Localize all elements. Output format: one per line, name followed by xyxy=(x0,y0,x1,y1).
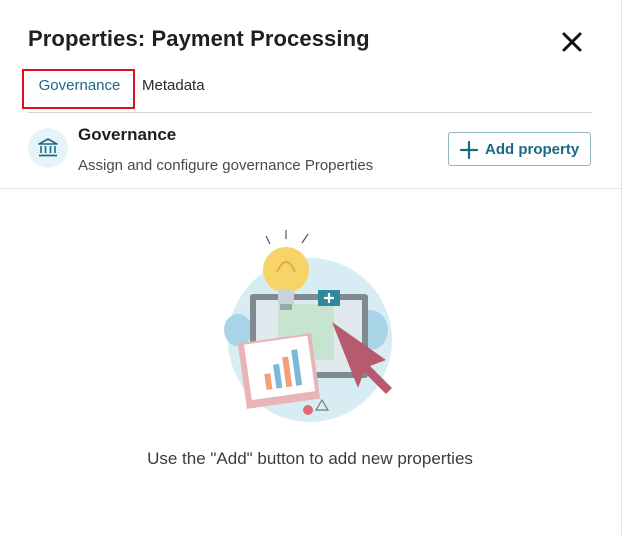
empty-state-message: Use the "Add" button to add new properti… xyxy=(147,449,473,468)
bank-icon xyxy=(38,138,58,157)
close-icon[interactable] xyxy=(558,28,586,56)
governance-section-header: Governance Assign and configure governan… xyxy=(0,113,621,189)
tab-bar: Governance Metadata xyxy=(22,66,592,113)
plus-icon xyxy=(459,140,479,160)
section-title: Governance xyxy=(78,125,177,144)
section-icon-badge xyxy=(28,128,68,168)
tab-metadata[interactable]: Metadata xyxy=(142,66,205,106)
panel-title: Properties: Payment Processing xyxy=(28,26,370,51)
tab-governance[interactable]: Governance xyxy=(28,66,131,106)
close-button[interactable] xyxy=(558,28,586,56)
add-property-label: Add property xyxy=(485,141,580,158)
section-description: Assign and configure governance Properti… xyxy=(78,157,374,174)
properties-panel: Properties: Payment Processing Governanc… xyxy=(0,0,622,535)
empty-state-illustration xyxy=(210,222,410,422)
add-property-button[interactable]: Add property xyxy=(448,132,591,166)
